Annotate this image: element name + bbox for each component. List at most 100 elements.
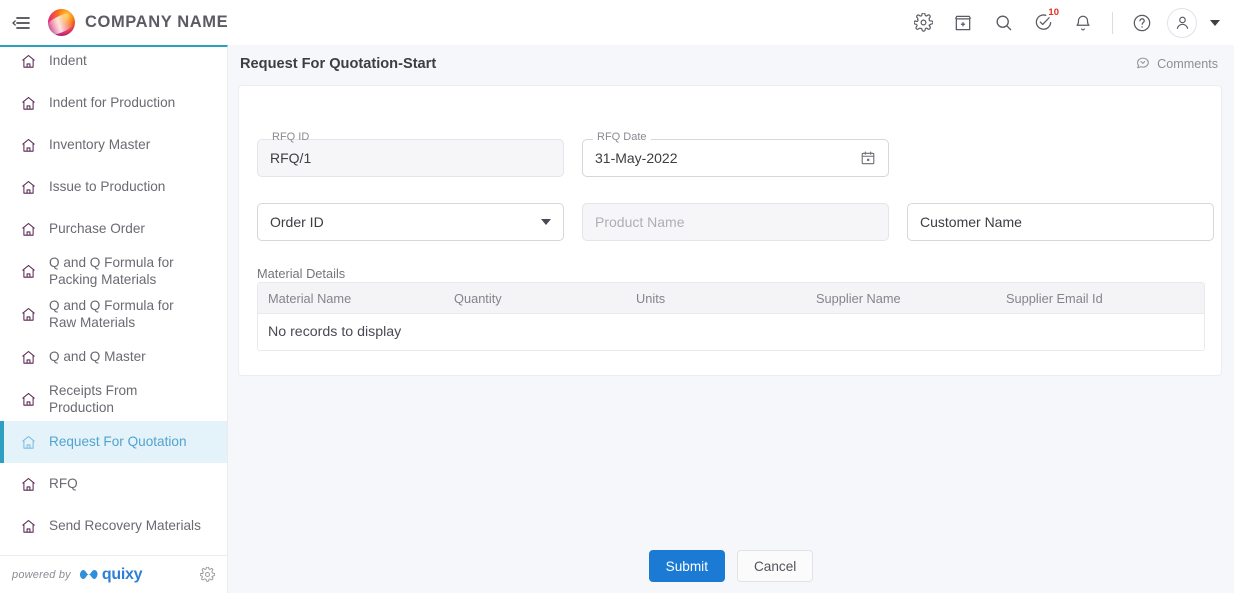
material-details-table: Material Name Quantity Units Supplier Na… [257,282,1205,351]
hamburger-collapse-icon[interactable] [4,0,38,45]
sidebar-item-label: Issue to Production [49,178,166,194]
company-logo-icon [48,9,75,36]
order-id-value: Order ID [270,214,324,230]
home-icon [20,221,37,238]
material-details-title: Material Details [257,266,346,281]
quixy-brand[interactable]: quixy [78,566,142,584]
top-header-bar: COMPANY NAME 10 [0,0,1234,45]
quixy-logo-icon [78,568,98,581]
app-window: COMPANY NAME 10 Indent Indent for Produc… [0,0,1234,593]
sidebar-item-indent[interactable]: Indent [0,47,227,82]
home-icon [20,306,37,323]
top-header-actions: 10 [904,0,1224,45]
sidebar-item-rfq[interactable]: RFQ [0,463,227,505]
sidebar-item-q-and-q-master[interactable]: Q and Q Master [0,336,227,378]
customer-name-value: Customer Name [920,214,1022,230]
rfq-date-input[interactable]: 31-May-2022 [582,139,889,177]
comments-label: Comments [1157,57,1218,71]
table-header-material-name: Material Name [268,290,352,306]
home-icon [20,53,37,70]
home-icon [20,518,37,535]
comments-button[interactable]: Comments [1135,55,1222,73]
sidebar-item-send-recovery-materials[interactable]: Send Recovery Materials [0,505,227,547]
sidebar-item-purchase-order[interactable]: Purchase Order [0,208,227,250]
rfq-date-field[interactable]: RFQ Date 31-May-2022 [582,132,889,177]
sidebar-item-q-and-q-formula-for-packing-materials[interactable]: Q and Q Formula for Packing Materials [0,250,227,293]
table-header-supplier-name: Supplier Name [816,290,901,306]
home-icon [20,434,37,451]
chevron-down-icon[interactable] [541,219,551,225]
rfq-id-label: RFQ ID [272,131,310,143]
product-name-placeholder: Product Name [595,214,685,230]
comment-bubble-icon [1135,55,1151,73]
gear-icon[interactable] [200,567,215,582]
settings-icon[interactable] [904,4,942,42]
sidebar-item-request-for-quotation[interactable]: Request For Quotation [0,421,227,464]
bell-icon[interactable] [1064,4,1102,42]
home-icon [20,476,37,493]
tasks-badge-count: 10 [1048,6,1059,18]
product-name-input: Product Name [582,203,889,241]
sidebar-item-label: Q and Q Master [49,349,146,365]
form-row-1: RFQ ID RFQ/1 RFQ Date 31-May-2022 [257,132,889,177]
form-actions: Submit Cancel [228,550,1234,582]
sidebar-item-label: Purchase Order [49,220,145,236]
search-icon[interactable] [984,4,1022,42]
home-icon [20,137,37,154]
sidebar-item-label: Indent for Production [49,94,176,110]
brand-logo-area[interactable]: COMPANY NAME [48,9,228,36]
customer-name-input[interactable]: Customer Name [907,203,1214,241]
brand-name: COMPANY NAME [85,13,229,31]
profile-chevron-down-icon[interactable] [1210,19,1220,26]
table-empty-message: No records to display [258,314,1204,350]
home-icon [20,179,37,196]
form-card: RFQ ID RFQ/1 RFQ Date 31-May-2022 Order … [238,85,1222,376]
product-name-field: Product Name [582,203,889,241]
sidebar-item-label: Send Recovery Materials [49,518,201,534]
home-icon [20,391,37,408]
sidebar: Indent Indent for Production Inventory M… [0,45,228,593]
calendar-icon[interactable] [860,150,876,166]
sidebar-item-label: Request For Quotation [49,434,187,450]
table-header-quantity: Quantity [454,290,502,306]
store-icon[interactable] [944,4,982,42]
sidebar-item-label: Receipts From Production [49,383,138,415]
table-header-units: Units [636,290,666,306]
sidebar-item-issue-to-production[interactable]: Issue to Production [0,166,227,208]
rfq-id-input: RFQ/1 [257,139,564,177]
header-divider [1112,11,1113,34]
customer-name-field[interactable]: Customer Name [907,203,1214,241]
sidebar-item-inventory-master[interactable]: Inventory Master [0,124,227,166]
page-title: Request For Quotation-Start [240,56,437,72]
sidebar-footer: powered by quixy [0,555,227,593]
sidebar-item-label: Inventory Master [49,136,151,152]
avatar[interactable] [1163,4,1201,42]
rfq-id-field: RFQ ID RFQ/1 [257,132,564,177]
sidebar-item-label: Indent [49,52,87,68]
home-icon [20,349,37,366]
cancel-button[interactable]: Cancel [736,550,814,582]
table-header-supplier-email-id: Supplier Email Id [1006,290,1103,306]
home-icon [20,263,37,280]
rfq-id-value: RFQ/1 [270,150,312,166]
main-header: Request For Quotation-Start Comments [228,45,1234,83]
sidebar-item-label: RFQ [49,476,78,492]
rfq-date-value: 31-May-2022 [595,150,678,166]
rfq-date-label: RFQ Date [593,132,651,143]
form-row-2: Order ID Product Name Customer Name [257,203,1214,241]
main-content: Request For Quotation-Start Comments RFQ… [228,45,1234,593]
sidebar-item-label: Q and Q Formula for Raw Materials [49,298,174,330]
sidebar-item-receipts-from-production[interactable]: Receipts From Production [0,378,227,421]
help-icon[interactable] [1123,4,1161,42]
sidebar-nav-list[interactable]: Indent Indent for Production Inventory M… [0,47,227,557]
order-id-field[interactable]: Order ID [257,203,564,241]
order-id-select[interactable]: Order ID [257,203,564,241]
submit-button[interactable]: Submit [648,550,725,582]
powered-by-label: powered by [12,568,71,581]
home-icon [20,95,37,112]
sidebar-item-q-and-q-formula-for-raw-materials[interactable]: Q and Q Formula for Raw Materials [0,293,227,336]
sidebar-item-indent-for-production[interactable]: Indent for Production [0,82,227,124]
quixy-wordmark: quixy [101,565,143,583]
tasks-icon[interactable]: 10 [1024,4,1062,42]
table-header-row: Material Name Quantity Units Supplier Na… [258,283,1204,314]
